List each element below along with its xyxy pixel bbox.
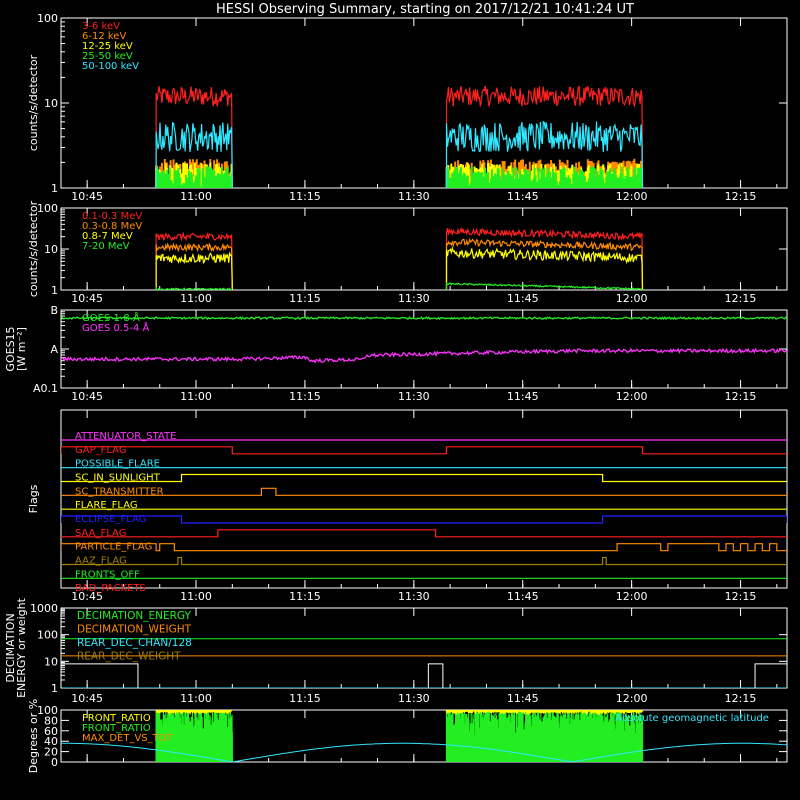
panel3-xtick-label: 12:15 (725, 390, 757, 403)
flag-label-10: FRONTS_OFF (75, 569, 140, 580)
panel2-xtick-label: 11:15 (289, 292, 321, 305)
panel6-legend-3: Absolute geomagnetic latitude (615, 713, 769, 724)
chart-title: HESSI Observing Summary, starting on 201… (216, 2, 634, 17)
panel5-ytick-label: 1000 (30, 602, 58, 615)
panel5-xtick-label: 11:45 (507, 692, 539, 705)
panel1-xtick-label: 11:15 (289, 190, 321, 203)
flag-label-1: GAP_FLAG (75, 445, 127, 456)
flag-label-2: POSSIBLE_FLARE (75, 459, 160, 470)
flag-label-7: SAA_FLAG (75, 528, 126, 539)
flag-label-8: PARTICLE_FLAG (75, 542, 152, 553)
panel5-ytick-label: 100 (37, 629, 58, 642)
panel4-xtick-label: 11:30 (398, 590, 430, 603)
panel4-ylabel: Flags (27, 484, 40, 513)
panel3-ytick-label: A (50, 343, 58, 356)
panel1-ytick-label: 100 (37, 12, 58, 25)
panel4-xtick-label: 11:00 (180, 590, 212, 603)
panel5-ylabel2: ENERGY or weight (15, 597, 28, 697)
panel1-xtick-label: 11:45 (507, 190, 539, 203)
panel2-ytick-label: 100 (37, 202, 58, 215)
panel1-xtick-label: 11:30 (398, 190, 430, 203)
flag-label-5: FLARE_FLAG (75, 500, 138, 511)
panel5-ytick-label: 1 (51, 682, 58, 695)
panel5-ytick-label: 10 (44, 655, 58, 668)
panel2-xtick-label: 12:15 (725, 292, 757, 305)
panel1-xtick-label: 10:45 (71, 190, 103, 203)
panel5-xtick-label: 12:15 (725, 692, 757, 705)
panel3-xtick-label: 12:00 (616, 390, 648, 403)
panel2-xtick-label: 11:45 (507, 292, 539, 305)
panel3-xtick-label: 10:45 (71, 390, 103, 403)
panel5-legend-3: REAR_DEC_WEIGHT (77, 651, 181, 663)
panel1-ylabel: counts/s/detector (27, 54, 40, 151)
panel3-ytick-label: B (50, 304, 58, 317)
panel1-ytick-label: 1 (51, 182, 58, 195)
panel3-xtick-label: 11:45 (507, 390, 539, 403)
panel4-xtick-label: 12:15 (725, 590, 757, 603)
panel4-xtick-label: 11:45 (507, 590, 539, 603)
panel4-xtick-label: 11:15 (289, 590, 321, 603)
panel3-xtick-label: 11:30 (398, 390, 430, 403)
panel2-legend-3: 7-20 MeV (82, 241, 130, 252)
panel1-xtick-label: 12:15 (725, 190, 757, 203)
panel5-xtick-label: 11:00 (180, 692, 212, 705)
panel2-xtick-label: 10:45 (71, 292, 103, 305)
panel3-xtick-label: 11:15 (289, 390, 321, 403)
flag-label-3: SC_IN_SUNLIGHT (75, 473, 161, 484)
flag-label-9: AAZ_FLAG (75, 556, 127, 567)
panel2-xtick-label: 11:00 (180, 292, 212, 305)
flag-label-11: BAD_PACKETS (75, 583, 146, 594)
panel5-legend-0: DECIMATION_ENERGY (77, 610, 191, 622)
flag-label-4: SC_TRANSMITTER (75, 486, 164, 497)
panel6-ylabel: Degrees or % (27, 699, 40, 773)
panel5-xtick-label: 11:30 (398, 692, 430, 705)
panel5-xtick-label: 12:00 (616, 692, 648, 705)
panel3-legend-1: GOES 0.5-4 Å (82, 321, 150, 334)
panel2-xtick-label: 12:00 (616, 292, 648, 305)
panel6-legend-2: MAX_DET_VS_TOT (82, 733, 174, 744)
panel3-ylabel2: [W m⁻²] (15, 327, 28, 371)
panel4-xtick-label: 12:00 (616, 590, 648, 603)
panel2-ytick-label: 10 (44, 243, 58, 256)
panel3-xtick-label: 11:00 (180, 390, 212, 403)
flag-label-0: ATTENUATOR_STATE (75, 431, 176, 442)
panel1-xtick-label: 11:00 (180, 190, 212, 203)
panel5-legend-2: REAR_DEC_CHAN/128 (77, 637, 192, 649)
panel6-ytick-label: 100 (37, 704, 58, 717)
panel5-xtick-label: 11:15 (289, 692, 321, 705)
panel5-legend-1: DECIMATION_WEIGHT (77, 624, 192, 636)
panel5-xtick-label: 10:45 (71, 692, 103, 705)
panel2-ylabel: counts/s/detector (27, 200, 40, 297)
panel2-ytick-label: 1 (51, 284, 58, 297)
panel1-ytick-label: 10 (44, 97, 58, 110)
panel1-xtick-label: 12:00 (616, 190, 648, 203)
hessi-summary-chart: HESSI Observing Summary, starting on 201… (0, 0, 800, 800)
panel2-xtick-label: 11:30 (398, 292, 430, 305)
panel1-legend-4: 50-100 keV (82, 61, 139, 72)
panel3-ytick-label: A0.1 (33, 382, 58, 395)
flag-label-6: ECLIPSE_FLAG (75, 514, 146, 525)
